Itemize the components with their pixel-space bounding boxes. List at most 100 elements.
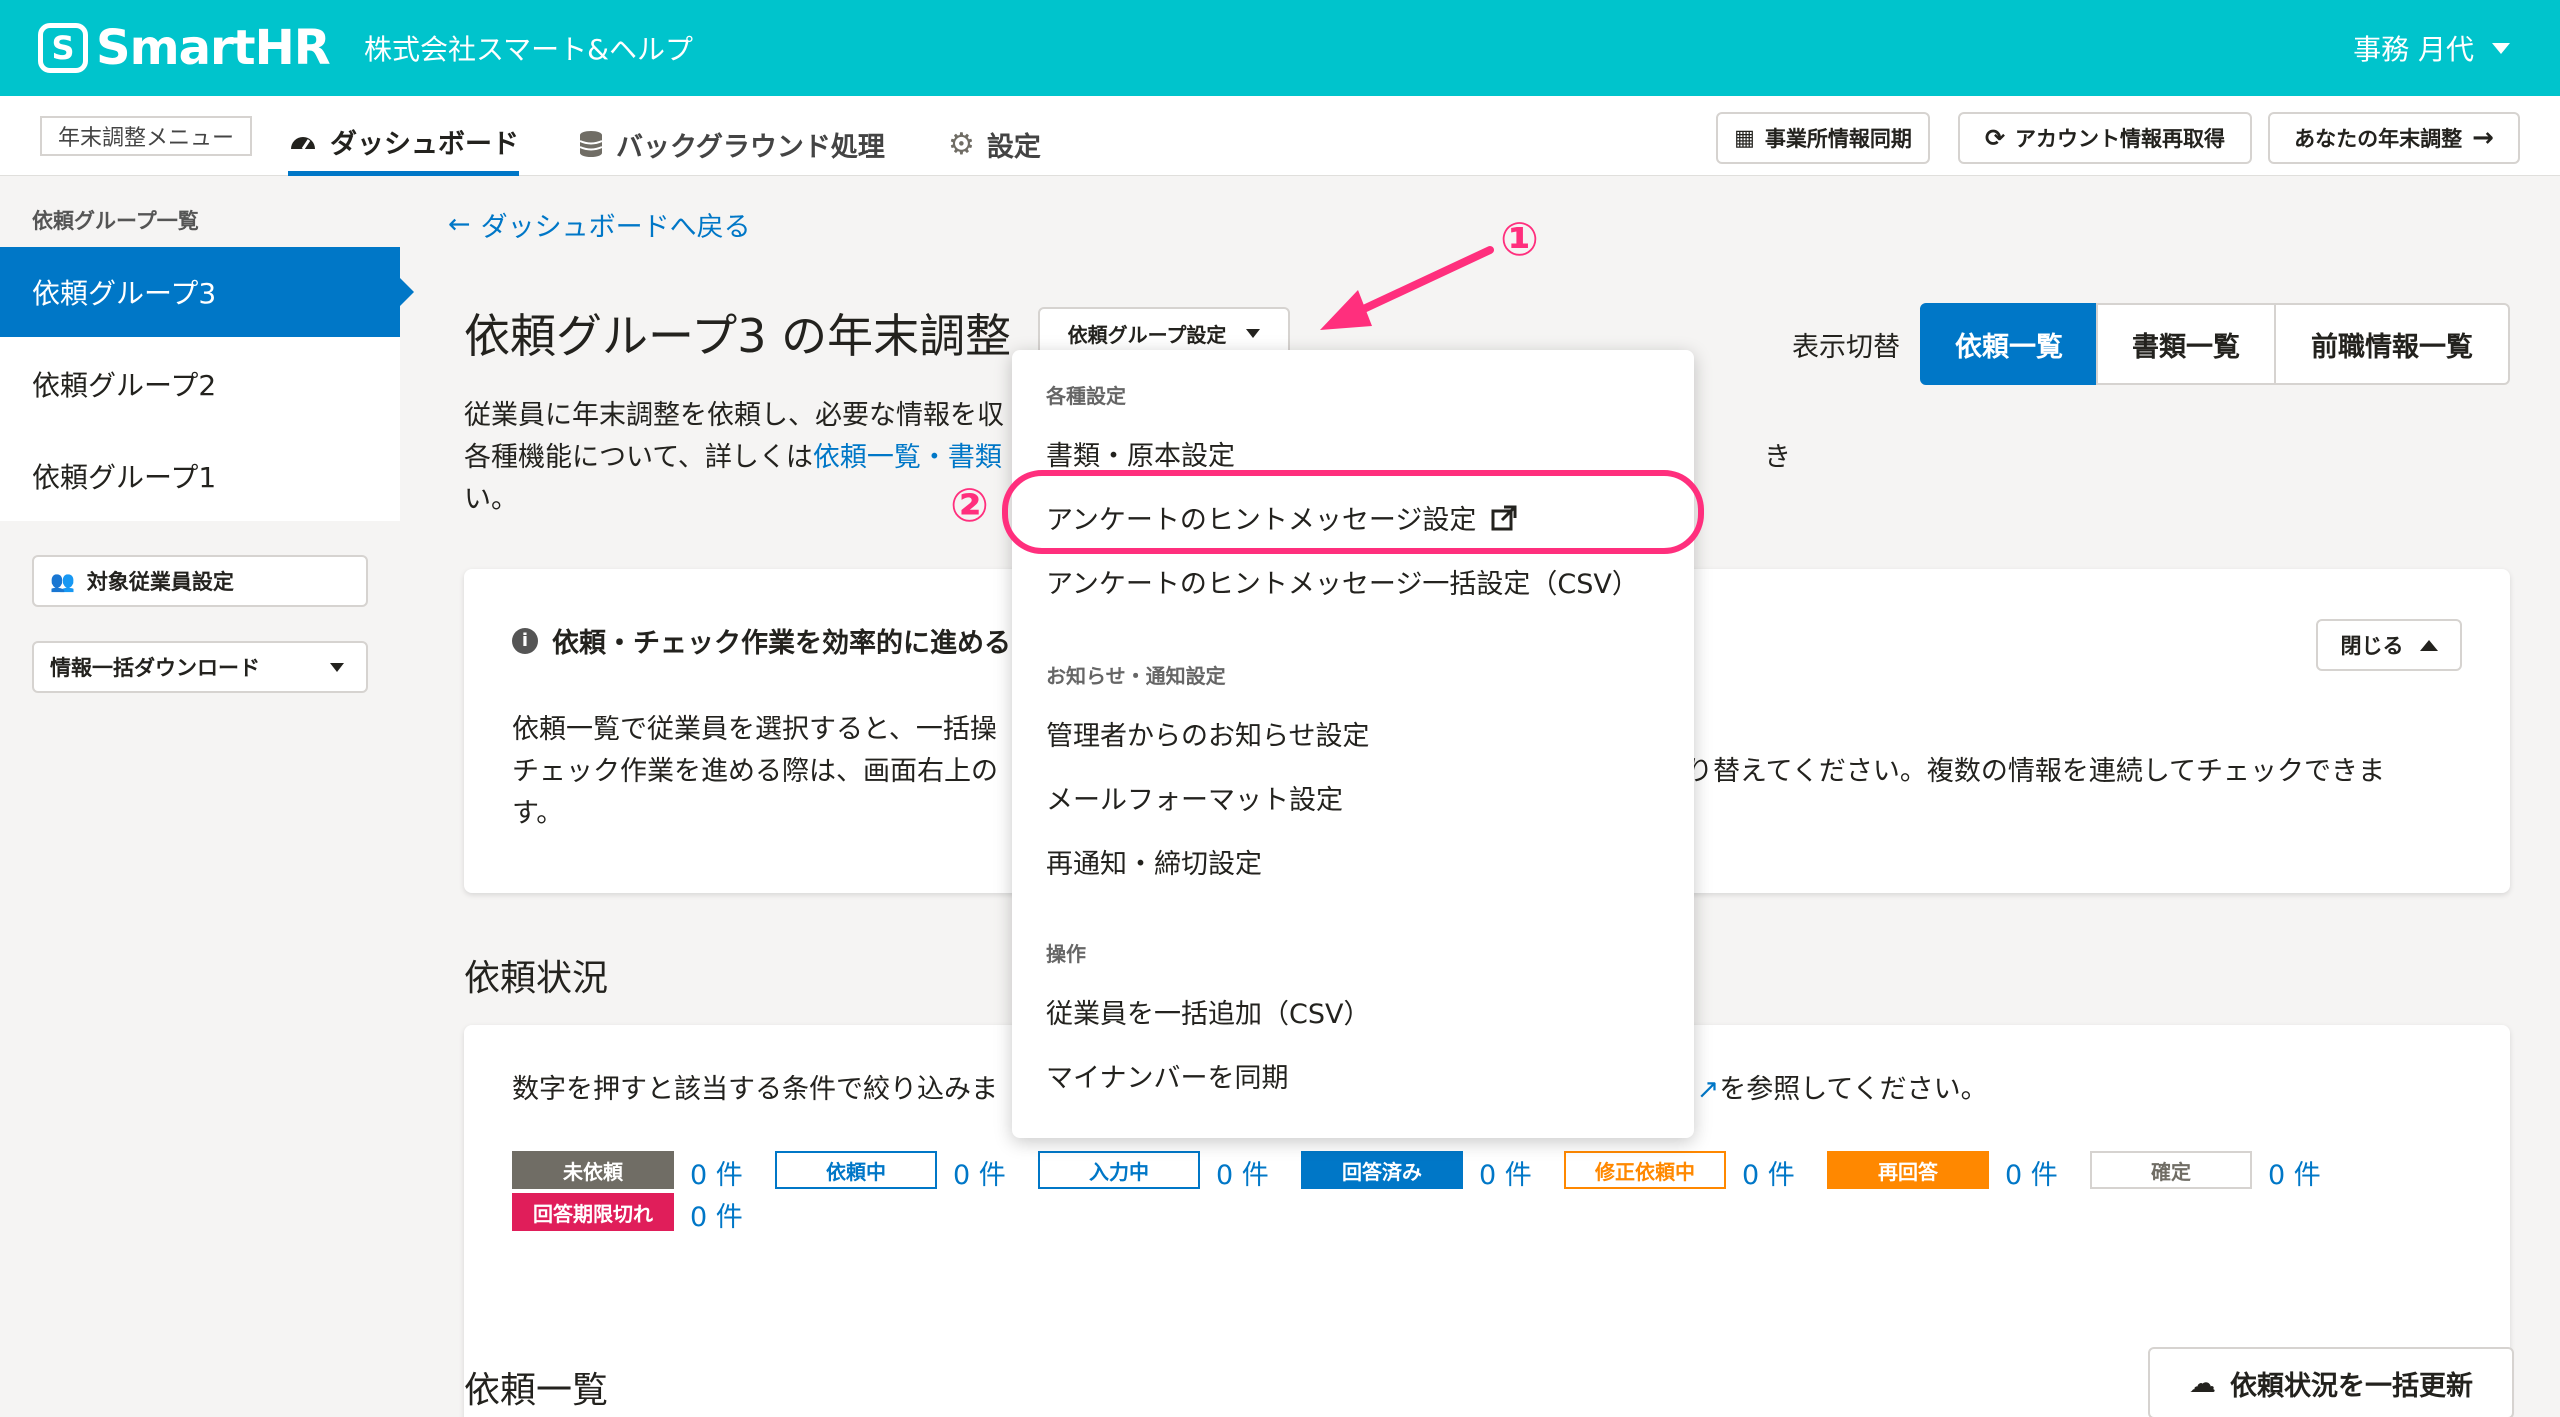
- sidebar-item-group-1[interactable]: 依頼グループ1: [0, 431, 400, 521]
- user-menu[interactable]: 事務 月代: [2353, 28, 2510, 68]
- gear-icon: ⚙: [948, 126, 975, 162]
- office-sync-label: 事業所情報同期: [1764, 127, 1912, 151]
- year-end-menu-label: 年末調整メニュー: [40, 116, 252, 156]
- group-settings-dropdown: 各種設定 書類・原本設定 アンケートのヒントメッセージ設定 アンケートのヒントメ…: [1012, 350, 1694, 1138]
- user-name: 事務 月代: [2353, 33, 2474, 66]
- annotation-highlight: [1002, 470, 1704, 554]
- office-sync-button[interactable]: ▦ 事業所情報同期: [1716, 112, 1930, 164]
- group-settings-label: 依頼グループ設定: [1067, 322, 1227, 347]
- info-line-3: す。: [512, 798, 564, 829]
- dropdown-heading-operations: 操作: [1046, 942, 1086, 966]
- my-year-end-button[interactable]: あなたの年末調整 →: [2268, 112, 2520, 164]
- cloud-upload-icon: ☁: [2189, 1367, 2216, 1399]
- close-panel-button[interactable]: 閉じる: [2316, 619, 2462, 671]
- desc-line-2-tail: き: [1764, 442, 1791, 473]
- company-name: 株式会社スマート&ヘルプ: [364, 33, 693, 66]
- refresh-icon: ⟳: [1984, 124, 2006, 152]
- dropdown-heading-settings: 各種設定: [1046, 384, 1126, 408]
- view-documents[interactable]: 書類一覧: [2096, 303, 2276, 385]
- status-count[interactable]: 0 件: [2268, 1153, 2321, 1192]
- status-count[interactable]: 0 件: [690, 1195, 743, 1234]
- status-count[interactable]: 0 件: [690, 1153, 743, 1192]
- status-chip: 確定: [2090, 1151, 2252, 1189]
- annotation-marker-2: ②: [950, 478, 989, 532]
- account-refresh-label: アカウント情報再取得: [2015, 127, 2226, 151]
- back-link-label: ダッシュボードへ戻る: [480, 212, 751, 243]
- status-description: 数字を押すと該当する条件で絞り込みま: [512, 1067, 998, 1106]
- info-line-2b: り替えてください。複数の情報を連続してチェックできま: [1686, 756, 2386, 787]
- request-list-heading: 依頼一覧: [464, 1370, 609, 1411]
- info-panel-title-text: 依頼・チェック作業を効率的に進める: [552, 628, 1011, 659]
- menu-item-bulk-add-employees[interactable]: 従業員を一括追加（CSV）: [1046, 992, 1370, 1031]
- status-count[interactable]: 0 件: [1216, 1153, 1269, 1192]
- dashboard-gauge-icon: [291, 136, 315, 150]
- help-link[interactable]: 依頼一覧・書類: [813, 442, 1002, 473]
- status-chip: 回答済み: [1301, 1151, 1463, 1189]
- status-chip: 入力中: [1038, 1151, 1200, 1189]
- tab-background-jobs[interactable]: バックグラウンド処理: [578, 112, 885, 176]
- tab-settings-label: 設定: [986, 131, 1041, 163]
- smarthr-logo[interactable]: S SmartHR: [38, 20, 331, 76]
- info-line-1: 依頼一覧で従業員を選択すると、一括操: [512, 714, 997, 745]
- annotation-arrow: [1320, 246, 1494, 330]
- bulk-download-button[interactable]: 情報一括ダウンロード: [32, 641, 368, 693]
- info-panel-title: i 依頼・チェック作業を効率的に進める: [512, 621, 1011, 660]
- database-icon: [579, 131, 603, 157]
- sidebar: 依頼グループ一覧 依頼グループ3 依頼グループ2 依頼グループ1 👥 対象従業員…: [0, 177, 414, 1417]
- chevron-down-icon: [2492, 42, 2510, 54]
- desc-line-1: 従業員に年末調整を依頼し、必要な情報を収: [464, 400, 1004, 431]
- status-desc-tail-text: を参照してください。: [1719, 1074, 1988, 1105]
- desc-line-2-text: 各種機能について、詳しくは: [464, 442, 813, 473]
- menu-item-mail-format[interactable]: メールフォーマット設定: [1046, 778, 1343, 817]
- arrow-left-icon: ←: [448, 209, 471, 240]
- users-icon: 👥: [50, 569, 75, 593]
- status-chip: 再回答: [1827, 1151, 1989, 1189]
- logo-text: SmartHR: [96, 20, 331, 76]
- chevron-down-icon: [1246, 328, 1261, 338]
- target-employees-label: 対象従業員設定: [86, 570, 234, 594]
- top-header: S SmartHR 株式会社スマート&ヘルプ 事務 月代: [0, 0, 2560, 96]
- back-to-dashboard-link[interactable]: ← ダッシュボードへ戻る: [448, 205, 751, 244]
- bulk-download-label: 情報一括ダウンロード: [50, 656, 260, 680]
- view-request-list[interactable]: 依頼一覧: [1920, 303, 2098, 385]
- menu-item-sync-mynumber[interactable]: マイナンバーを同期: [1046, 1056, 1288, 1095]
- external-link-icon: ↗: [1696, 1074, 1720, 1105]
- status-chip: 修正依頼中: [1564, 1151, 1726, 1189]
- logo-mark: S: [38, 23, 88, 73]
- annotation-marker-1: ①: [1500, 212, 1539, 266]
- bulk-update-label: 依頼状況を一括更新: [2230, 1370, 2473, 1402]
- bulk-update-status-button[interactable]: ☁ 依頼状況を一括更新: [2148, 1347, 2514, 1417]
- view-previous-job[interactable]: 前職情報一覧: [2274, 303, 2510, 385]
- tab-background-jobs-label: バックグラウンド処理: [616, 131, 885, 163]
- account-refresh-button[interactable]: ⟳ アカウント情報再取得: [1958, 112, 2252, 164]
- menu-item-hint-message-csv[interactable]: アンケートのヒントメッセージ一括設定（CSV）: [1046, 562, 1639, 601]
- status-chip: 回答期限切れ: [512, 1193, 674, 1231]
- menu-item-admin-notice[interactable]: 管理者からのお知らせ設定: [1046, 714, 1369, 753]
- sidebar-item-group-2[interactable]: 依頼グループ2: [0, 339, 400, 429]
- status-count[interactable]: 0 件: [1742, 1153, 1795, 1192]
- desc-line-3: い。: [464, 484, 518, 515]
- status-chip: 依頼中: [775, 1151, 937, 1189]
- app-navbar: 年末調整メニュー ダッシュボード バックグラウンド処理 ⚙ 設定 ▦ 事業所情報…: [0, 96, 2560, 176]
- status-count[interactable]: 0 件: [2005, 1153, 2058, 1192]
- sidebar-item-group-3[interactable]: 依頼グループ3: [0, 247, 414, 337]
- target-employees-button[interactable]: 👥 対象従業員設定: [32, 555, 368, 607]
- close-panel-label: 閉じる: [2340, 634, 2404, 658]
- menu-item-reminder-deadline[interactable]: 再通知・締切設定: [1046, 842, 1262, 881]
- tab-dashboard-label: ダッシュボード: [330, 129, 519, 160]
- status-count[interactable]: 0 件: [953, 1153, 1006, 1192]
- status-chip: 未依頼: [512, 1151, 674, 1189]
- view-switch-label: 表示切替: [1792, 332, 1900, 363]
- building-icon: ▦: [1734, 125, 1755, 151]
- info-icon: i: [512, 627, 538, 654]
- tab-dashboard[interactable]: ダッシュボード: [288, 112, 519, 176]
- my-year-end-label: あなたの年末調整: [2294, 127, 2463, 151]
- menu-item-document-settings[interactable]: 書類・原本設定: [1046, 434, 1235, 473]
- dropdown-heading-notifications: お知らせ・通知設定: [1046, 664, 1226, 688]
- page-title: 依頼グループ3 の年末調整: [464, 309, 1012, 363]
- status-count[interactable]: 0 件: [1479, 1153, 1532, 1192]
- arrow-right-icon: →: [2472, 123, 2494, 153]
- tab-settings[interactable]: ⚙ 設定: [948, 112, 1041, 176]
- desc-line-2: 各種機能について、詳しくは依頼一覧・書類: [464, 437, 1002, 479]
- status-heading: 依頼状況: [464, 958, 609, 999]
